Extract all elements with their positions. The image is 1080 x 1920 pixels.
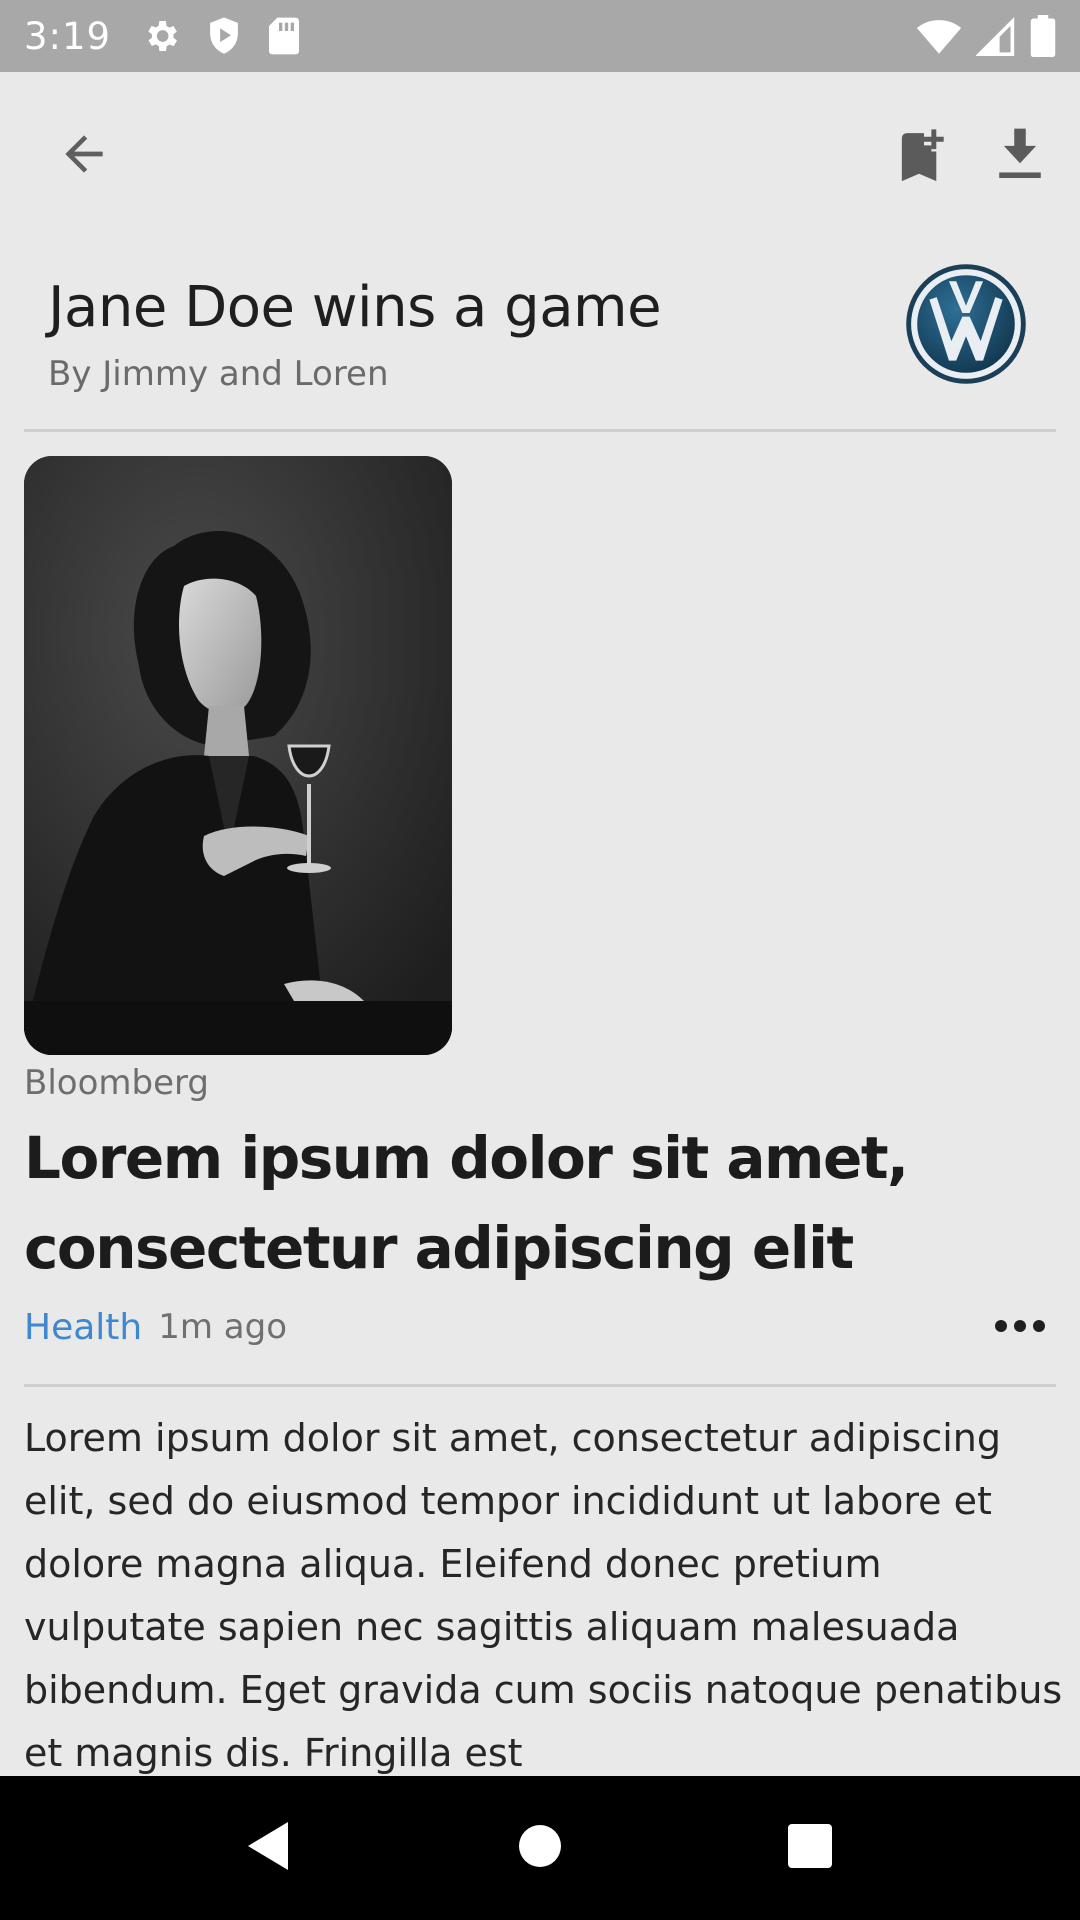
nav-home-icon: [518, 1824, 562, 1872]
nav-recents-icon: [787, 1823, 833, 1873]
app-bar: [0, 72, 1080, 240]
category-tag[interactable]: Health: [24, 1307, 142, 1348]
battery-icon: [1030, 15, 1056, 57]
nav-back-icon: [244, 1820, 292, 1876]
published-time: 1m ago: [158, 1307, 287, 1347]
bookmark-add-icon: [894, 122, 954, 190]
article-image[interactable]: [24, 456, 452, 1055]
cell-signal-icon: [976, 16, 1016, 56]
download-icon: [992, 124, 1048, 188]
back-arrow-icon: [56, 126, 112, 186]
more-options-button[interactable]: [984, 1300, 1056, 1354]
back-button[interactable]: [36, 108, 132, 204]
volkswagen-logo: [905, 263, 1027, 385]
wifi-icon: [916, 16, 962, 56]
article-header: Jane Doe wins a game By Jimmy and Loren: [48, 268, 898, 396]
bookmark-add-button[interactable]: [876, 108, 972, 204]
article-source: Bloomberg: [24, 1063, 209, 1103]
sd-card-icon: [267, 16, 301, 56]
article-body: Lorem ipsum dolor sit amet, consectetur …: [24, 1416, 1063, 1775]
more-horizontal-icon: [994, 1318, 1046, 1337]
system-nav-bar: [0, 1776, 1080, 1920]
status-icons-right: [916, 15, 1056, 57]
gear-icon: [141, 16, 181, 56]
header-divider: [24, 429, 1056, 432]
body-divider: [24, 1384, 1056, 1387]
nav-recents-button[interactable]: [762, 1800, 858, 1896]
nav-back-button[interactable]: [220, 1800, 316, 1896]
byline: By Jimmy and Loren: [48, 354, 389, 394]
play-shield-icon: [205, 16, 243, 56]
page-title: Jane Doe wins a game: [48, 275, 662, 340]
status-bar: 3:19: [0, 0, 1080, 72]
download-button[interactable]: [972, 108, 1068, 204]
article-headline: Lorem ipsum dolor sit amet, consectetur …: [24, 1124, 909, 1282]
status-time: 3:19: [24, 14, 112, 58]
status-icons-left: [141, 16, 301, 56]
nav-home-button[interactable]: [492, 1800, 588, 1896]
article-meta: Health 1m ago: [24, 1300, 1056, 1354]
